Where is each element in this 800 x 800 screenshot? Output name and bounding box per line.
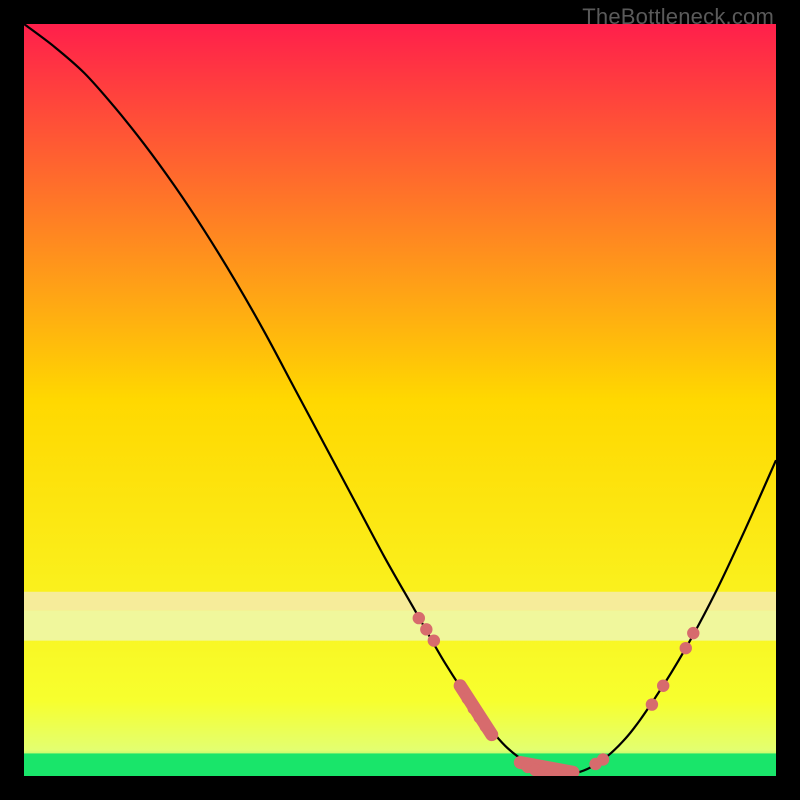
bottleneck-chart <box>24 24 776 776</box>
highlight-band <box>24 611 776 641</box>
marker-dot <box>413 612 425 624</box>
highlight-band <box>24 753 776 776</box>
marker-dot <box>454 680 466 692</box>
marker-dot <box>680 642 692 654</box>
chart-frame <box>24 24 776 776</box>
chart-background <box>24 24 776 776</box>
marker-dot <box>428 634 440 646</box>
marker-dot <box>646 698 658 710</box>
marker-dot <box>420 623 432 635</box>
marker-dot <box>597 753 609 765</box>
highlight-band <box>24 592 776 611</box>
marker-dot <box>687 627 699 639</box>
marker-dot <box>486 728 498 740</box>
marker-dot <box>657 680 669 692</box>
